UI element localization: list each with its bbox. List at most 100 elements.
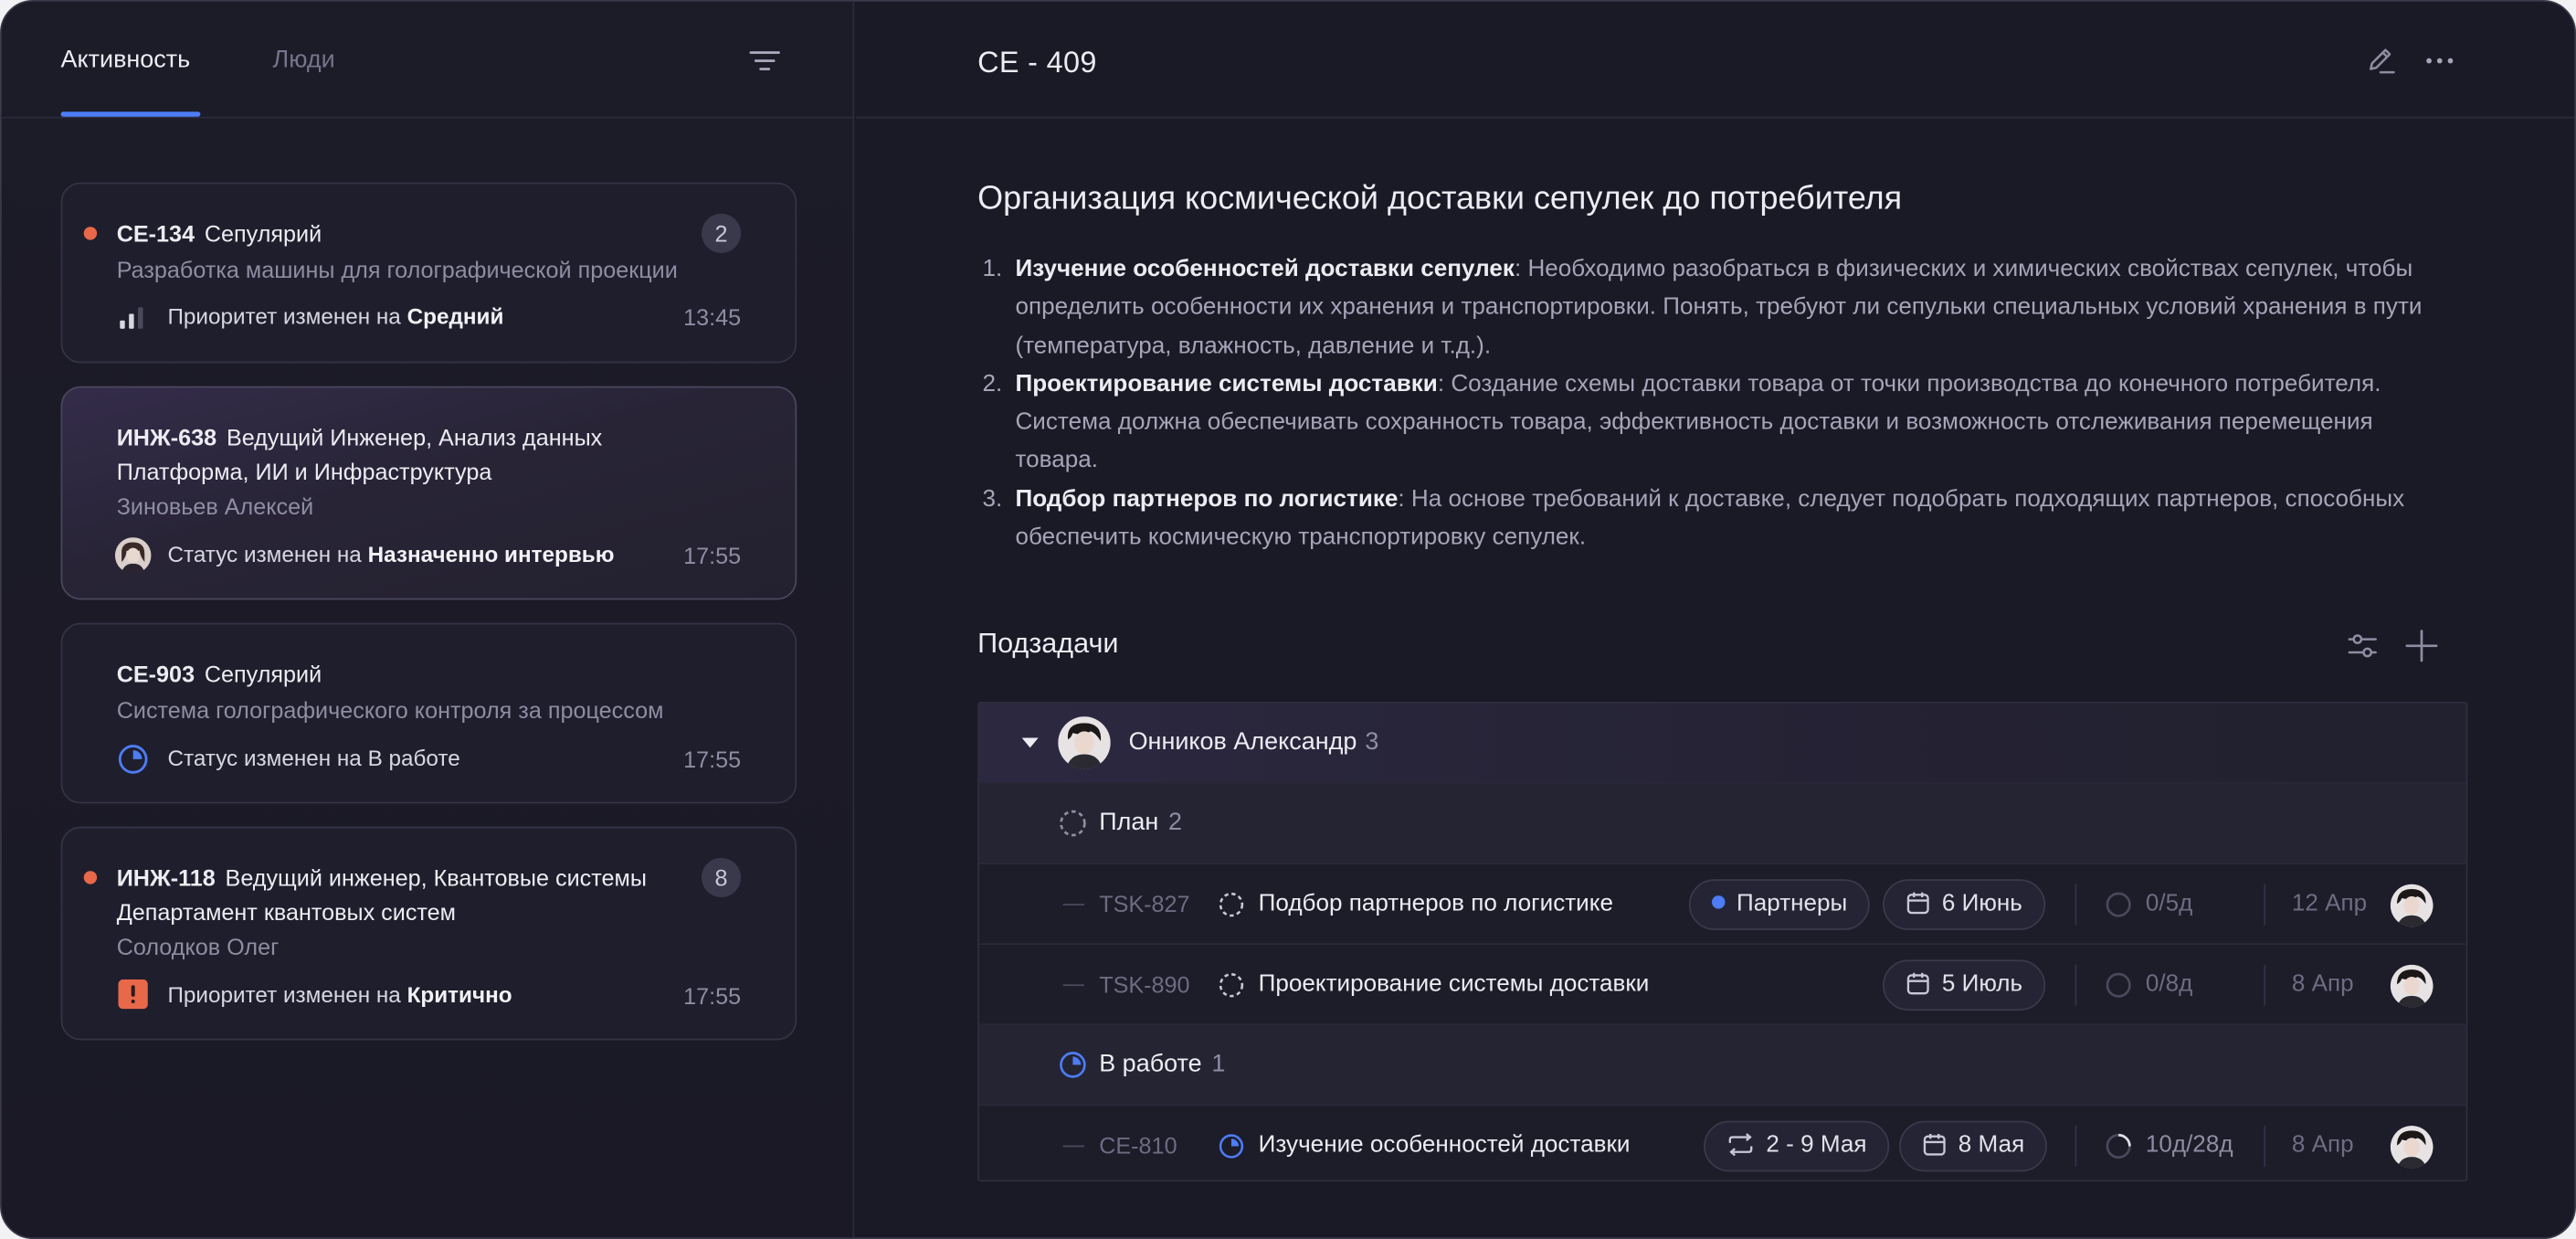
item-number: 1.: [982, 256, 1003, 283]
divider: [2264, 964, 2266, 1006]
task-name[interactable]: Проектирование системы доставки: [1259, 968, 1650, 1001]
status-group-row[interactable]: В работе 1: [978, 1025, 2466, 1107]
subtasks-table: Онников Александр 3 План 2 TSK-827 Подбор …: [977, 701, 2468, 1182]
status-group-row[interactable]: План 2: [978, 783, 2466, 865]
settings-sliders-icon[interactable]: [2346, 630, 2379, 662]
task-row[interactable]: TSK-890 Проектирование системы доставки …: [978, 945, 2466, 1026]
created-date: 12 Апр: [2291, 890, 2368, 917]
card-heading: ИНЖ-638 Ведущий Инженер, Анализ данных: [117, 420, 697, 455]
event-value: Назначенно интервью: [367, 542, 615, 567]
user-avatar: [114, 537, 152, 574]
card-heading: ИНЖ-118 Ведущий инженер, Квантовые систем…: [117, 861, 697, 895]
date-range-chip[interactable]: 2 - 9 Мая: [1704, 1120, 1890, 1172]
assignee-group-row[interactable]: Онников Александр 3: [978, 703, 2466, 784]
status-name: План: [1099, 808, 1159, 837]
status-in-progress-icon: [118, 745, 148, 774]
event-prefix: Статус изменен на: [167, 746, 368, 771]
event-time: 17:55: [683, 982, 742, 1010]
event-time: 17:55: [683, 542, 742, 569]
issue-title: Организация космической доставки сепулек…: [977, 180, 1903, 217]
issue-panel: CE - 409 Организация космической доставк…: [856, 2, 2575, 1237]
status-in-progress-icon: [1060, 1052, 1086, 1078]
event-prefix: Приоритет изменен на: [167, 303, 407, 329]
tag-dot: [1712, 895, 1726, 909]
card-subtitle: Разработка машины для голографической пр…: [116, 256, 678, 283]
progress-ring-icon: [2106, 972, 2131, 998]
divider: [2075, 964, 2077, 1006]
item-heading: Проектирование системы доставки: [1015, 371, 1438, 398]
card-id: CE-903: [116, 660, 195, 687]
event-text: Приоритет изменен на Критично: [167, 980, 512, 1012]
task-name[interactable]: Изучение особенностей доставки: [1259, 1129, 1631, 1162]
status-group-label: В работе 1: [1099, 1048, 1225, 1081]
assignee-name-text: Онников Александр: [1128, 727, 1357, 757]
status-count: 2: [1168, 808, 1183, 837]
tab-activity[interactable]: Активность: [61, 45, 191, 78]
due-date-chip[interactable]: 8 Мая: [1899, 1120, 2048, 1172]
activity-tabs-bar: Активность Люди: [1, 2, 855, 119]
status-name: В работе: [1099, 1050, 1202, 1078]
more-icon[interactable]: [2423, 45, 2456, 78]
time-progress: 0/8д: [2145, 970, 2193, 998]
event-text: Статус изменен на В работе: [167, 743, 459, 776]
item-number: 2.: [982, 371, 1003, 398]
description-item: 2. Проектирование системы доставки: Созда…: [977, 366, 2456, 482]
task-id[interactable]: TSK-827: [1099, 889, 1189, 918]
event-text: Статус изменен на Назначенно интервью: [167, 539, 614, 572]
card-title: Ведущий инженер, Квантовые системы: [225, 864, 647, 891]
user-avatar[interactable]: [2390, 1125, 2433, 1169]
card-subtitle: Солодков Олег: [116, 933, 280, 960]
divider: [2075, 884, 2077, 926]
time-progress: 0/5д: [2145, 890, 2193, 917]
due-date-chip[interactable]: 5 Июль: [1883, 959, 2046, 1011]
activity-card[interactable]: CE-134 Сепулярий 2 Разработка машины для …: [60, 182, 797, 364]
caret-down-icon[interactable]: [1021, 737, 1039, 750]
divider: [2264, 1125, 2266, 1167]
status-group-label: План 2: [1099, 807, 1182, 840]
created-date: 8 Апр: [2291, 970, 2354, 998]
item-number: 3.: [982, 485, 1003, 513]
user-avatar[interactable]: [2390, 884, 2433, 927]
unread-dot: [83, 227, 98, 240]
status-planned-icon[interactable]: [1218, 891, 1246, 919]
active-tab-indicator: [60, 111, 201, 117]
task-id[interactable]: CE-810: [1099, 1130, 1177, 1160]
card-subtitle: Зиновьев Алексей: [116, 492, 314, 520]
task-row[interactable]: TSK-827 Подбор партнеров по логистике Па…: [978, 864, 2466, 946]
due-date-chip[interactable]: 6 Июнь: [1883, 879, 2046, 930]
task-id[interactable]: TSK-890: [1099, 969, 1189, 999]
calendar-icon: [1906, 891, 1929, 914]
calendar-icon: [1923, 1133, 1946, 1156]
due-date-label: 5 Июль: [1941, 970, 2023, 998]
activity-panel: Активность Люди CE-134 Сепулярий 2 Разраб…: [1, 1, 855, 1238]
user-avatar[interactable]: [2390, 964, 2433, 1008]
activity-card[interactable]: ИНЖ-118 Ведущий инженер, Квантовые систем…: [60, 826, 797, 1041]
item-heading: Изучение особенностей доставки сепулек: [1015, 256, 1515, 283]
card-title: Сепулярий: [204, 660, 322, 687]
status-planned-icon: [1060, 810, 1086, 837]
progress-ring-icon: [2106, 1133, 2131, 1160]
event-value: Критично: [406, 982, 512, 1008]
add-icon[interactable]: [2403, 628, 2440, 664]
card-id: ИНЖ-118: [116, 864, 216, 891]
activity-card-selected[interactable]: ИНЖ-638 Ведущий Инженер, Анализ данных Пл…: [60, 386, 797, 600]
status-in-progress-icon[interactable]: [1218, 1132, 1246, 1160]
card-heading: CE-903 Сепулярий: [117, 657, 648, 692]
card-id: ИНЖ-638: [116, 424, 217, 450]
edit-icon[interactable]: [2364, 45, 2397, 78]
activity-card[interactable]: CE-903 Сепулярий Система голографического…: [60, 622, 797, 804]
tab-people[interactable]: Люди: [273, 45, 335, 78]
divider: [2264, 884, 2266, 926]
tag-chip[interactable]: Партнеры: [1688, 879, 1871, 930]
task-row[interactable]: CE-810 Изучение особенностей доставки 2 …: [978, 1106, 2466, 1181]
issue-header: CE - 409: [856, 2, 2575, 119]
card-id: CE-134: [116, 219, 195, 247]
status-planned-icon[interactable]: [1218, 971, 1246, 1000]
issue-description: 1. Изучение особенностей доставки сепулек…: [977, 251, 2456, 557]
app-window: Активность Люди CE-134 Сепулярий 2 Разраб…: [0, 0, 2576, 1239]
filter-icon[interactable]: [749, 48, 780, 74]
progress-ring-icon: [2106, 892, 2131, 917]
event-text: Приоритет изменен на Средний: [167, 301, 503, 334]
task-name[interactable]: Подбор партнеров по логистике: [1259, 887, 1613, 920]
event-prefix: Статус изменен на: [167, 542, 368, 567]
